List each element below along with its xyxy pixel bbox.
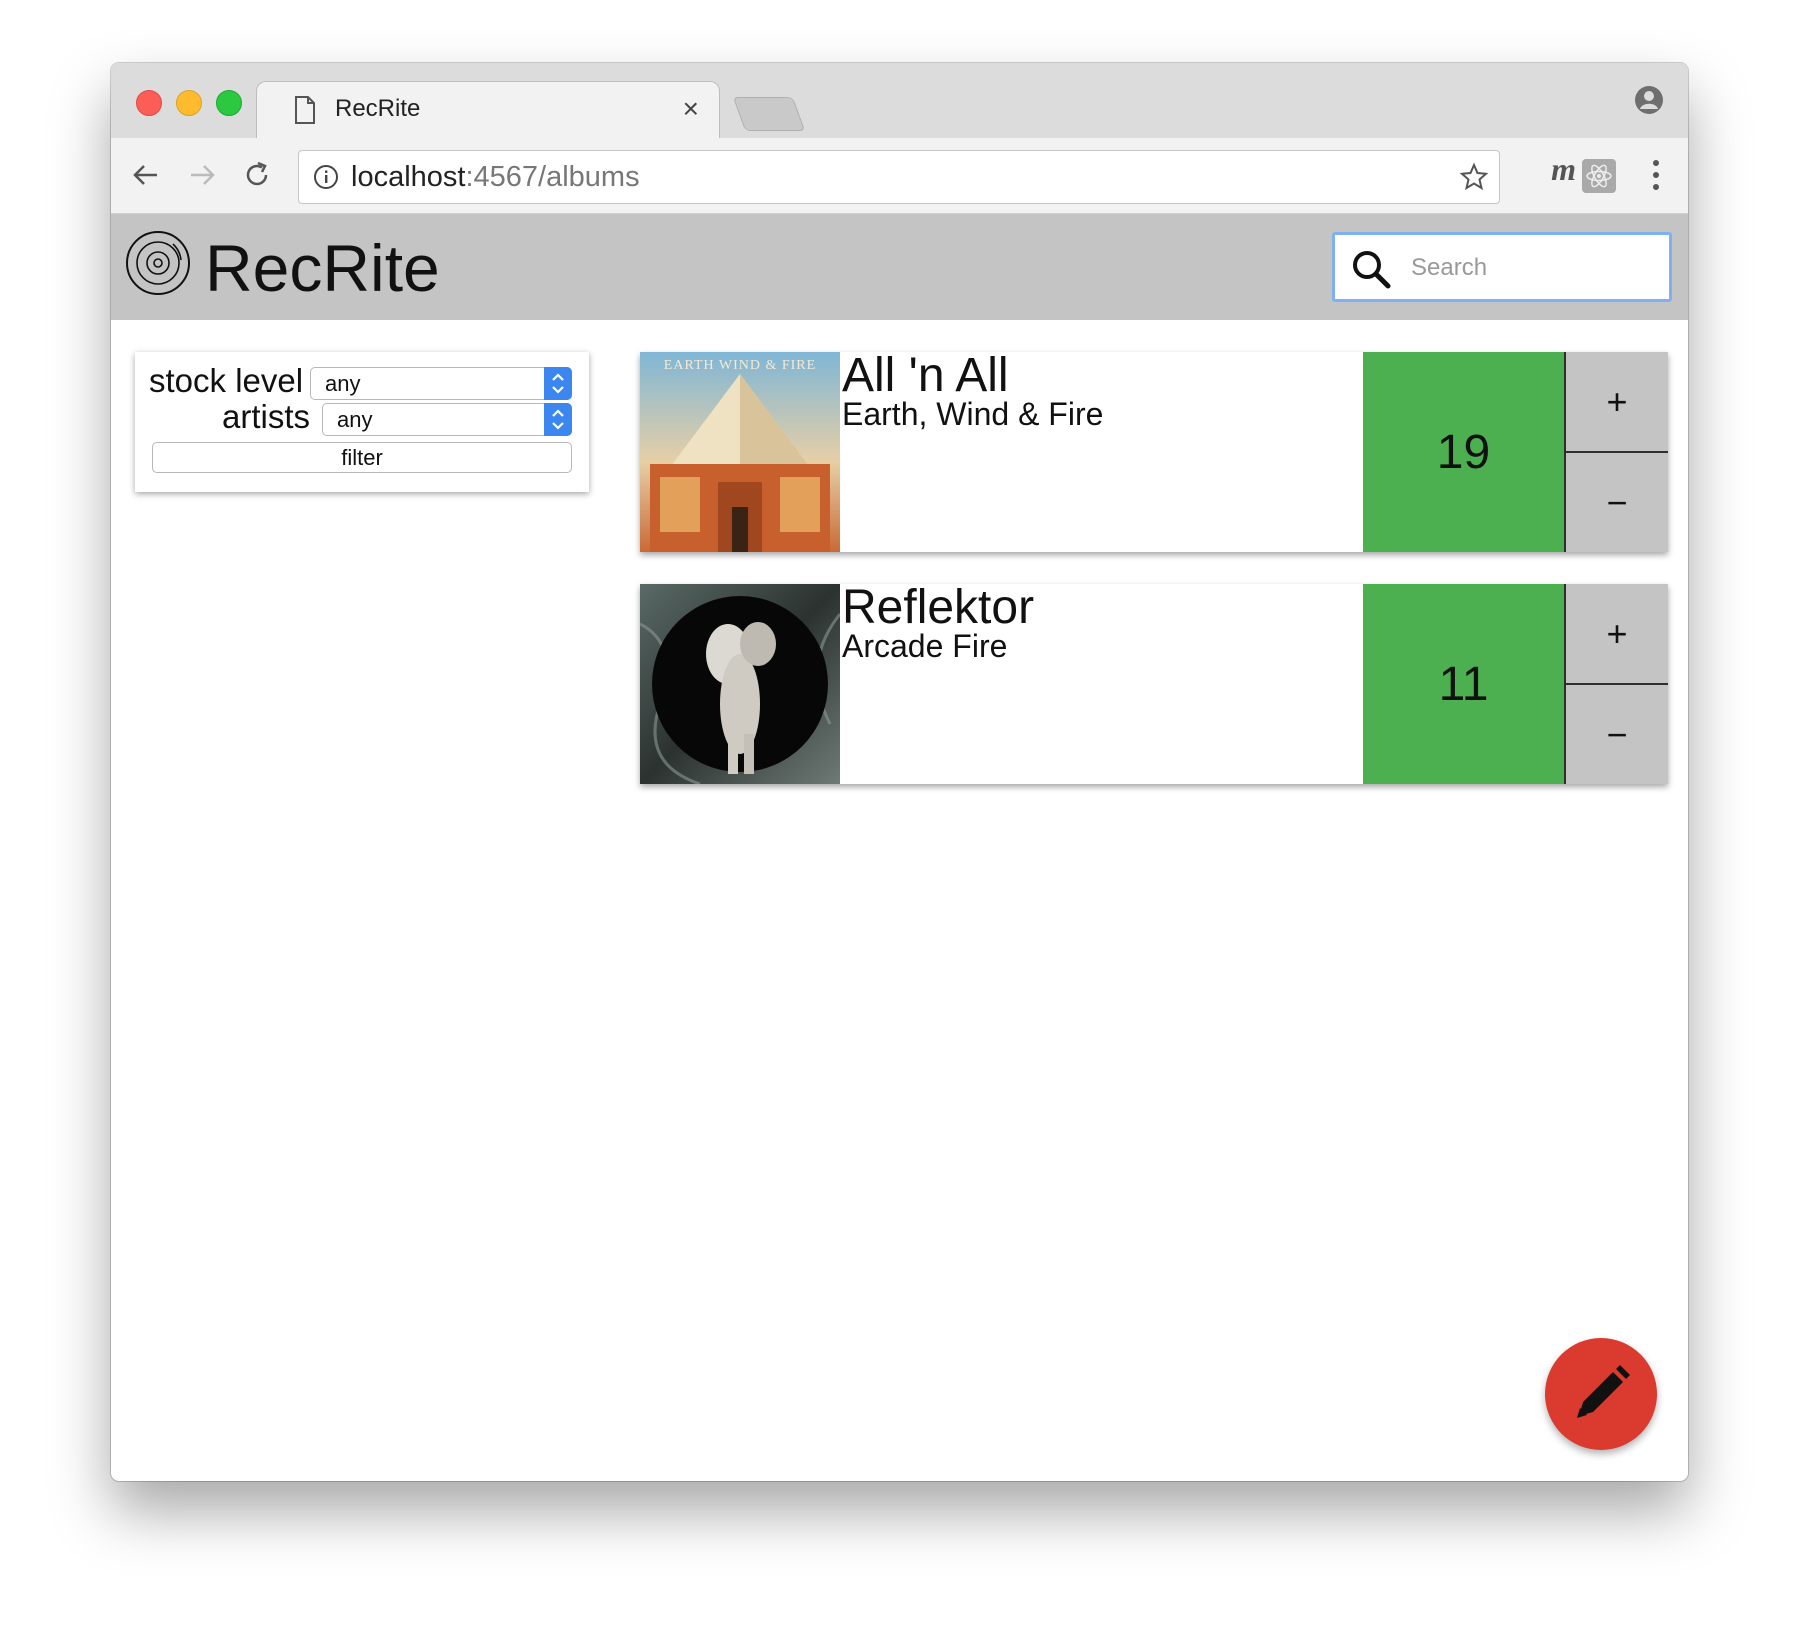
filter-button[interactable]: filter	[152, 442, 572, 473]
extension-m-icon[interactable]: m	[1551, 151, 1576, 188]
app-title: RecRite	[205, 231, 440, 305]
stock-count: 19	[1363, 352, 1564, 552]
search-box[interactable]	[1332, 232, 1672, 302]
window-close-button[interactable]	[136, 90, 162, 116]
browser-toolbar: localhost:4567/albums m	[111, 138, 1688, 214]
select-chevrons-icon	[544, 367, 572, 400]
filter-panel: stock level any artists any filter	[135, 352, 589, 492]
stock-level-select[interactable]: any	[310, 367, 572, 400]
stock-count: 11	[1363, 584, 1564, 784]
select-chevrons-icon	[544, 403, 572, 436]
album-cover-art: EARTH WIND & FIRE	[640, 352, 840, 552]
new-tab-button[interactable]	[732, 97, 806, 131]
tab-close-icon[interactable]: ×	[683, 93, 699, 125]
tab-title: RecRite	[335, 95, 421, 122]
browser-window: RecRite × localhost:4567/albums m RecRit…	[111, 63, 1688, 1481]
stock-level-label: stock level	[149, 362, 304, 399]
decrement-button[interactable]: −	[1566, 685, 1668, 784]
album-title: Reflektor	[842, 581, 1035, 634]
forward-arrow-icon[interactable]	[187, 160, 217, 190]
window-minimize-button[interactable]	[176, 90, 202, 116]
album-artist: Arcade Fire	[842, 628, 1008, 664]
album-title: All 'n All	[842, 349, 1009, 402]
cover-band-text: EARTH WIND & FIRE	[664, 358, 816, 373]
kebab-menu-icon[interactable]	[1652, 158, 1660, 192]
album-card: EARTH WIND & FIRE All 'n All Earth, Wind…	[640, 349, 1668, 552]
pencil-icon	[1577, 1365, 1630, 1418]
vinyl-record-logo-icon	[126, 231, 190, 295]
app-header: RecRite	[111, 214, 1688, 320]
url-text: localhost:4567/albums	[351, 161, 640, 193]
album-cover-art	[640, 584, 840, 784]
info-icon[interactable]	[313, 164, 339, 190]
bookmark-star-icon[interactable]	[1459, 162, 1489, 192]
search-input[interactable]	[1409, 247, 1653, 289]
artists-label: artists	[222, 398, 311, 435]
search-icon	[1353, 251, 1391, 289]
decrement-button[interactable]: −	[1566, 453, 1668, 552]
profile-icon[interactable]	[1634, 85, 1664, 115]
edit-fab-button[interactable]	[1545, 1338, 1657, 1450]
react-devtools-icon[interactable]	[1582, 159, 1616, 193]
album-cover-image: EARTH WIND & FIRE	[640, 352, 840, 552]
address-bar[interactable]: localhost:4567/albums	[298, 150, 1500, 204]
document-icon	[295, 96, 315, 124]
artists-value: any	[337, 407, 373, 432]
increment-button[interactable]: +	[1566, 352, 1668, 452]
stock-level-value: any	[325, 371, 361, 396]
window-maximize-button[interactable]	[216, 90, 242, 116]
album-cover-image	[640, 584, 840, 784]
back-arrow-icon[interactable]	[131, 160, 161, 190]
browser-tab[interactable]: RecRite ×	[256, 81, 720, 140]
increment-button[interactable]: +	[1566, 584, 1668, 684]
artists-select[interactable]: any	[322, 403, 572, 436]
album-artist: Earth, Wind & Fire	[842, 396, 1104, 432]
tab-strip: RecRite ×	[111, 63, 1688, 140]
reload-icon[interactable]	[242, 160, 272, 190]
album-card: Reflektor Arcade Fire 11 + −	[640, 581, 1668, 784]
